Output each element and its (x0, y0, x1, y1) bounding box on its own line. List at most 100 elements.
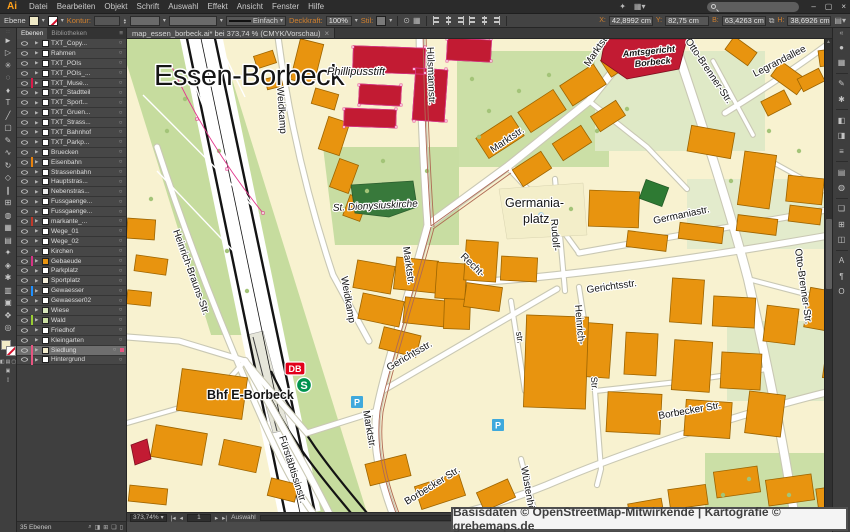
expand-triangle-icon[interactable]: ▶ (35, 129, 40, 135)
visibility-eye-icon[interactable] (19, 228, 29, 235)
zoom-tool-icon[interactable]: ◎ (1, 322, 16, 335)
visibility-eye-icon[interactable] (19, 277, 29, 284)
gradient-mode-icon[interactable]: ▤ (6, 359, 11, 365)
expand-triangle-icon[interactable]: ▶ (35, 60, 40, 66)
opentype-panel-icon[interactable]: O (835, 286, 849, 297)
visibility-eye-icon[interactable] (19, 198, 29, 205)
artboard-tool-icon[interactable]: ▣ (1, 297, 16, 310)
visibility-eye-icon[interactable] (19, 129, 29, 136)
brush-definition[interactable] (169, 16, 217, 26)
appearance-panel-icon[interactable]: ◧ (835, 115, 849, 126)
expand-triangle-icon[interactable]: ▶ (35, 248, 40, 254)
pathfinder-panel-icon[interactable]: ◫ (835, 234, 849, 245)
document-setup-icon[interactable]: ▦ (413, 16, 421, 25)
align-center-icon[interactable] (444, 16, 453, 25)
target-circle-icon[interactable]: ○ (117, 179, 124, 185)
opacity-field[interactable]: 100% (326, 16, 352, 26)
symbols-panel-icon[interactable]: ✱ (835, 94, 849, 105)
style-link[interactable]: Stil: (361, 16, 374, 25)
menu-bearbeiten[interactable]: Bearbeiten (57, 2, 96, 11)
stroke-weight-link[interactable]: Kontur: (67, 16, 91, 25)
expand-triangle-icon[interactable]: ▶ (35, 357, 40, 363)
width-tool-icon[interactable]: ∥ (1, 184, 16, 197)
draw-mode-icon[interactable]: ▣ (6, 368, 11, 374)
expand-triangle-icon[interactable]: ▶ (35, 70, 40, 76)
expand-triangle-icon[interactable]: ▶ (35, 278, 40, 284)
stroke-dropdown-icon[interactable]: ▾ (61, 17, 64, 24)
menu-hilfe[interactable]: Hilfe (308, 2, 324, 11)
visibility-eye-icon[interactable] (19, 89, 29, 96)
target-circle-icon[interactable]: ○ (117, 199, 124, 205)
layer-row-friedhof[interactable]: ▶Friedhof○ (17, 326, 126, 336)
fill-dropdown-icon[interactable]: ▾ (42, 17, 45, 24)
brushes-panel-icon[interactable]: ✎ (835, 78, 849, 89)
symbol-sprayer-tool-icon[interactable]: ✱ (1, 272, 16, 285)
target-circle-icon[interactable]: ○ (117, 327, 124, 333)
target-circle-icon[interactable]: ○ (117, 100, 124, 106)
layers-panel-icon[interactable]: ❏ (835, 203, 849, 214)
restore-button[interactable]: ▢ (825, 2, 833, 11)
new-sublayer-icon[interactable]: ⊞ (103, 524, 108, 531)
layer-row-kleingarten[interactable]: ▶Kleingarten○ (17, 336, 126, 346)
visibility-eye-icon[interactable] (19, 287, 29, 294)
expand-triangle-icon[interactable]: ▶ (35, 218, 40, 224)
delete-layer-icon[interactable]: ▯ (120, 524, 123, 531)
align-bottom-icon[interactable] (492, 16, 501, 25)
layer-row-fussgaenge-[interactable]: ▶Fussgaenge...○ (17, 207, 126, 217)
pencil-tool-icon[interactable]: ∿ (1, 147, 16, 160)
visibility-eye-icon[interactable] (19, 267, 29, 274)
target-circle-icon[interactable]: ○ (117, 129, 124, 135)
zoom-level-select[interactable]: 373,74%▾ (130, 514, 167, 522)
align-top-icon[interactable] (468, 16, 477, 25)
visibility-eye-icon[interactable] (19, 208, 29, 215)
stroke-style-select[interactable]: Einfach ▾ (226, 16, 286, 26)
expand-triangle-icon[interactable]: ▶ (35, 209, 40, 215)
target-circle-icon[interactable]: ○ (117, 209, 124, 215)
graphic-styles-panel-icon[interactable]: ◨ (835, 130, 849, 141)
target-circle-icon[interactable]: ○ (117, 248, 124, 254)
color-panel-icon[interactable]: ● (835, 42, 849, 53)
new-layer-icon[interactable]: ❏ (111, 524, 116, 531)
panel-menu-icon[interactable]: ≡ (116, 28, 126, 39)
expand-triangle-icon[interactable]: ▶ (35, 337, 40, 343)
layer-row-txt-gruen-[interactable]: ▶TXT_Gruen...○ (17, 108, 126, 118)
align-left-icon[interactable] (432, 16, 441, 25)
fill-stroke-indicator[interactable] (1, 340, 16, 356)
menu-fenster[interactable]: Fenster (272, 2, 299, 11)
none-mode-icon[interactable]: ▢ (11, 359, 16, 365)
first-artboard-icon[interactable]: |◂ (171, 514, 176, 522)
target-circle-icon[interactable]: ○ (117, 258, 124, 264)
target-circle-icon[interactable]: ○ (117, 149, 124, 155)
constrain-proportions-icon[interactable]: ⧉ (769, 16, 775, 26)
character-panel-icon[interactable]: A (835, 255, 849, 266)
visibility-eye-icon[interactable] (19, 337, 29, 344)
arrange-documents-icon[interactable]: ▦▾ (634, 2, 646, 11)
expand-triangle-icon[interactable]: ▶ (35, 228, 40, 234)
expand-triangle-icon[interactable]: ▶ (35, 149, 40, 155)
magic-wand-tool-icon[interactable]: ✳ (1, 59, 16, 72)
expand-triangle-icon[interactable]: ▶ (35, 120, 40, 126)
visibility-eye-icon[interactable] (19, 139, 29, 146)
menu-objekt[interactable]: Objekt (104, 2, 127, 11)
layer-row-fussgaenge-[interactable]: ▶Fussgaenge...○ (17, 197, 126, 207)
expand-triangle-icon[interactable]: ▶ (35, 307, 40, 313)
mesh-tool-icon[interactable]: ▦ (1, 222, 16, 235)
visibility-eye-icon[interactable] (19, 307, 29, 314)
rectangle-tool-icon[interactable]: ▢ (1, 122, 16, 135)
layer-row-txt-parkp-[interactable]: ▶TXT_Parkp...○ (17, 138, 126, 148)
menu-ansicht[interactable]: Ansicht (237, 2, 263, 11)
search-input[interactable] (707, 2, 799, 12)
y-field[interactable]: 82,75 cm (665, 16, 709, 26)
gradient-tool-icon[interactable]: ▤ (1, 234, 16, 247)
shape-builder-tool-icon[interactable]: ◍ (1, 209, 16, 222)
visibility-eye-icon[interactable] (19, 40, 29, 47)
layer-row-siedlung[interactable]: ▶Siedlung○ (17, 346, 126, 356)
blend-tool-icon[interactable]: ◈ (1, 259, 16, 272)
visibility-eye-icon[interactable] (19, 297, 29, 304)
target-circle-icon[interactable]: ○ (117, 278, 124, 284)
layer-row-parkplatz[interactable]: ▶Parkplatz○ (17, 266, 126, 276)
target-circle-icon[interactable]: ○ (117, 139, 124, 145)
visibility-eye-icon[interactable] (19, 169, 29, 176)
expand-triangle-icon[interactable]: ▶ (35, 189, 40, 195)
expand-triangle-icon[interactable]: ▶ (35, 347, 40, 353)
